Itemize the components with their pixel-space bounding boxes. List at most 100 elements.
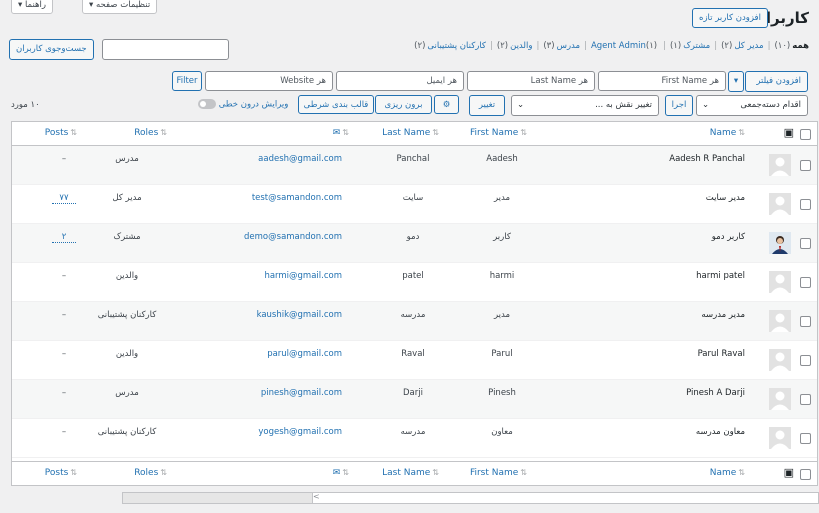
default-avatar-icon bbox=[769, 271, 791, 293]
filter-button[interactable]: Filter bbox=[172, 71, 202, 91]
email-link[interactable]: aadesh@gmail.com bbox=[212, 154, 342, 164]
add-filter-button[interactable]: افزودن فیلتر bbox=[745, 71, 808, 92]
email-link[interactable]: harmi@gmail.com bbox=[212, 271, 342, 281]
apply-button[interactable]: اجرا bbox=[665, 95, 693, 116]
column-posts[interactable]: ⇅Posts bbox=[45, 468, 77, 478]
search-input[interactable] bbox=[102, 39, 229, 60]
table-footer: ▣ ⇅Name ⇅First Name ⇅Last Name ⇅✉ ⇅Roles… bbox=[12, 461, 817, 485]
posts-count[interactable]: ۲ bbox=[52, 232, 76, 243]
select-all-checkbox[interactable] bbox=[800, 129, 811, 140]
column-last-name[interactable]: ⇅Last Name bbox=[382, 128, 439, 138]
scroll-right-arrow[interactable]: > bbox=[313, 492, 320, 501]
column-first-name[interactable]: ⇅First Name bbox=[470, 468, 527, 478]
table-row: harmi patel harmi patel harmi@gmail.com والد… bbox=[12, 263, 817, 302]
email-link[interactable]: demo@samandon.com bbox=[212, 232, 342, 242]
views-separator: | bbox=[536, 41, 540, 51]
row-checkbox[interactable] bbox=[800, 355, 811, 366]
column-name[interactable]: ⇅Name bbox=[710, 468, 745, 478]
row-checkbox[interactable] bbox=[800, 238, 811, 249]
view-count: (۲) bbox=[721, 41, 733, 51]
views-separator: | bbox=[584, 41, 587, 51]
view-link[interactable]: مشترک(۱) bbox=[670, 41, 710, 51]
email-link[interactable]: test@samandon.com bbox=[212, 193, 342, 203]
email-link[interactable]: yogesh@gmail.com bbox=[212, 427, 342, 437]
change-role-select[interactable]: تغییر نقش به ... ⌄ bbox=[511, 95, 659, 116]
user-avatar-photo bbox=[769, 232, 791, 254]
user-name-link[interactable]: Pinesh A Darji bbox=[686, 388, 745, 398]
user-name-link[interactable]: معاون مدرسه bbox=[696, 427, 745, 437]
role-cell: مدرس bbox=[115, 388, 139, 398]
email-link[interactable]: pinesh@gmail.com bbox=[212, 388, 342, 398]
column-first-name[interactable]: ⇅First Name bbox=[470, 128, 527, 138]
default-avatar-icon bbox=[769, 154, 791, 176]
view-label: والدین bbox=[510, 41, 533, 51]
last-name-filter[interactable]: هر Last Name bbox=[467, 71, 595, 91]
search-users-button[interactable]: جست‌وجوی کاربران bbox=[9, 39, 94, 60]
first-name-cell: harmi bbox=[489, 271, 515, 281]
row-checkbox[interactable] bbox=[800, 199, 811, 210]
view-link[interactable]: والدین(۲) bbox=[497, 41, 533, 51]
view-label: مشترک bbox=[683, 41, 711, 51]
help-button[interactable]: راهنما ▾ bbox=[11, 0, 53, 14]
chevron-down-icon: ⌄ bbox=[517, 100, 525, 110]
bulk-actions-select[interactable]: اقدام دسته‌جمعی ⌄ bbox=[696, 95, 808, 116]
sort-icon: ⇅ bbox=[432, 468, 439, 477]
last-name-cell: مدرسه bbox=[400, 310, 426, 320]
add-new-user-button[interactable]: افزودن کاربر تازه bbox=[692, 8, 768, 28]
website-filter[interactable]: هر Website bbox=[205, 71, 333, 91]
image-icon: ▣ bbox=[783, 126, 794, 139]
row-checkbox[interactable] bbox=[800, 277, 811, 288]
user-name-link[interactable]: harmi patel bbox=[696, 271, 745, 281]
column-email[interactable]: ⇅✉ bbox=[333, 468, 349, 478]
view-link[interactable]: Agent Admin(۱) bbox=[591, 41, 659, 51]
sort-icon: ⇅ bbox=[738, 128, 745, 137]
row-checkbox[interactable] bbox=[800, 160, 811, 171]
row-checkbox[interactable] bbox=[800, 316, 811, 327]
sort-icon: ⇅ bbox=[738, 468, 745, 477]
user-name-link[interactable]: مدیر سایت bbox=[706, 193, 745, 203]
gear-icon[interactable]: ⚙ bbox=[434, 95, 459, 114]
view-link[interactable]: مدرس(۳) bbox=[543, 41, 580, 51]
scrollbar-thumb[interactable] bbox=[123, 493, 313, 503]
user-name-link[interactable]: کاربر دمو bbox=[712, 232, 745, 242]
inline-edit-label: ویرایش درون خطی bbox=[218, 99, 289, 110]
views-separator: | bbox=[714, 41, 718, 51]
screen-options-button[interactable]: تنظیمات صفحه ▾ bbox=[82, 0, 158, 14]
column-roles[interactable]: ⇅Roles bbox=[134, 468, 167, 478]
inline-edit-toggle[interactable]: ویرایش درون خطی bbox=[198, 99, 288, 110]
first-name-cell: Pinesh bbox=[488, 388, 516, 398]
column-posts[interactable]: ⇅Posts bbox=[45, 128, 77, 138]
view-label: مدیر کل bbox=[734, 41, 764, 51]
view-link[interactable]: مدیر کل(۲) bbox=[721, 41, 764, 51]
row-checkbox[interactable] bbox=[800, 394, 811, 405]
default-avatar-icon bbox=[769, 193, 791, 215]
view-link[interactable]: همه(۱۰) bbox=[774, 41, 809, 51]
view-label: Agent Admin bbox=[590, 41, 646, 51]
view-link[interactable]: کارکنان پشتیبانی(۲) bbox=[414, 41, 486, 51]
select-all-checkbox[interactable] bbox=[800, 469, 811, 480]
export-button[interactable]: برون ریزی bbox=[375, 95, 432, 114]
email-filter[interactable]: هر ایمیل bbox=[336, 71, 464, 91]
users-table: ▣ ⇅Name ⇅First Name ⇅Last Name ⇅✉ ⇅Roles… bbox=[11, 121, 818, 486]
table-row: مدیر سایت مدیر سایت test@samandon.com مدیر ک… bbox=[12, 185, 817, 224]
row-checkbox[interactable] bbox=[800, 433, 811, 444]
posts-count[interactable]: ۷۷ bbox=[52, 193, 76, 204]
column-name[interactable]: ⇅Name bbox=[710, 128, 745, 138]
change-button[interactable]: تغییر bbox=[469, 95, 505, 116]
sort-icon: ⇅ bbox=[342, 468, 349, 477]
column-roles[interactable]: ⇅Roles bbox=[134, 128, 167, 138]
user-name-link[interactable]: Aadesh R Panchal bbox=[669, 154, 745, 164]
email-link[interactable]: parul@gmail.com bbox=[212, 349, 342, 359]
user-name-link[interactable]: Parul Raval bbox=[698, 349, 745, 359]
column-last-name[interactable]: ⇅Last Name bbox=[382, 468, 439, 478]
first-name-filter[interactable]: هر First Name bbox=[598, 71, 726, 91]
email-link[interactable]: kaushik@gmail.com bbox=[212, 310, 342, 320]
view-count: (۱) bbox=[669, 41, 682, 51]
last-name-cell: دمو bbox=[406, 232, 420, 242]
add-filter-dropdown[interactable]: ▾ bbox=[728, 71, 744, 92]
user-name-link[interactable]: مدیر مدرسه bbox=[701, 310, 745, 320]
horizontal-scrollbar[interactable]: > bbox=[122, 492, 819, 504]
first-name-cell: Aadesh bbox=[486, 154, 518, 164]
column-email[interactable]: ⇅✉ bbox=[333, 128, 349, 138]
conditional-formatting-button[interactable]: قالب بندی شرطی bbox=[298, 95, 374, 114]
